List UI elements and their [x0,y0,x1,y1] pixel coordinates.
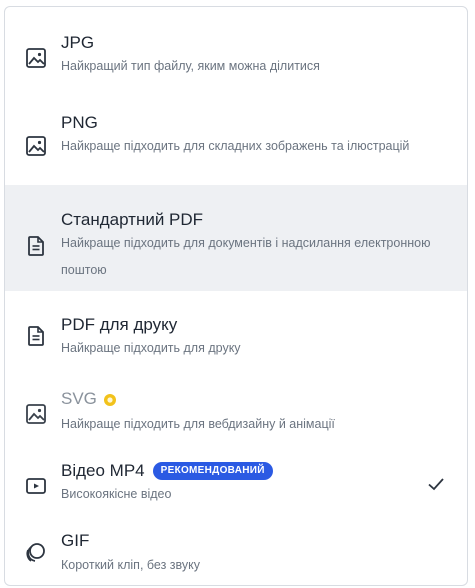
gif-icon [25,541,47,563]
format-description: Найкраще підходить для друку [61,341,241,355]
format-title-row: SVG [61,389,467,409]
pro-crown-icon [103,392,117,406]
format-option-svg[interactable]: SVG Найкраще підходить для вебдизайну й … [5,373,467,449]
format-option-jpg[interactable]: JPG Найкращий тип файлу, яким можна діли… [5,7,467,89]
format-option-gif[interactable]: GIF Короткий кліп, без звуку [5,521,467,585]
format-title: PNG [61,113,98,132]
recommended-badge: РЕКОМЕНДОВАНИЙ [152,462,273,480]
document-icon [25,235,47,257]
format-title: PDF для друку [61,315,178,334]
document-icon [25,325,47,347]
format-description: Найкраще підходить для документів і надс… [61,236,431,277]
format-title: JPG [61,33,95,52]
format-description: Найкраще підходить для складних зображен… [61,139,410,153]
download-format-menu: JPG Найкращий тип файлу, яким можна діли… [4,6,468,586]
checkmark-icon [425,473,447,495]
format-description: Короткий кліп, без звуку [61,558,200,572]
image-icon [25,47,47,69]
image-icon [25,403,47,425]
format-description: Найкраще підходить для вебдизайну й анім… [61,417,335,431]
format-option-pdf-standard[interactable]: Стандартний PDF Найкраще підходить для д… [5,185,467,291]
format-option-mp4[interactable]: Відео MP4 РЕКОМЕНДОВАНИЙ Високоякісне ві… [5,449,467,521]
format-description: Найкращий тип файлу, яким можна ділитися [61,59,320,73]
format-title: Стандартний PDF [61,210,204,229]
format-title: Відео MP4 [61,461,145,480]
image-icon [25,135,47,157]
video-icon [25,475,47,497]
format-title-row: Відео MP4 РЕКОМЕНДОВАНИЙ [61,461,467,481]
format-description: Високоякісне відео [61,487,172,501]
format-title: GIF [61,531,90,550]
format-title: SVG [61,389,97,408]
format-option-png[interactable]: PNG Найкраще підходить для складних зобр… [5,89,467,185]
format-option-pdf-print[interactable]: PDF для друку Найкраще підходить для дру… [5,291,467,373]
